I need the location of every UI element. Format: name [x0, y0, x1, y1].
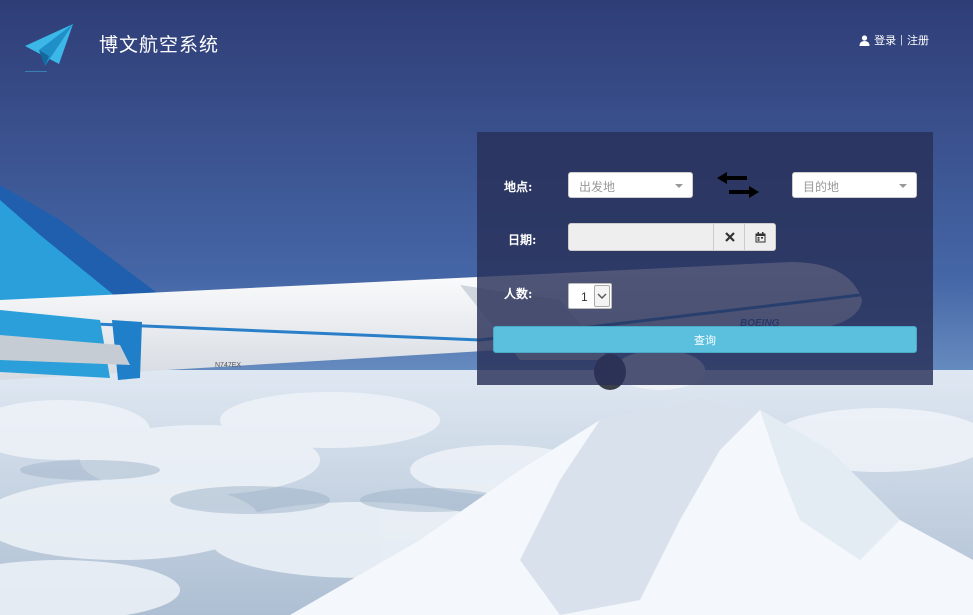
auth-separator: | — [900, 34, 903, 46]
calendar-icon[interactable] — [744, 224, 775, 250]
chevron-down-icon — [594, 285, 610, 307]
passengers-select[interactable]: 1 — [568, 283, 612, 309]
app-title: 博文航空系统 — [99, 35, 220, 56]
origin-placeholder: 出发地 — [579, 180, 616, 194]
flight-search-panel: 地点: 出发地 目的地 日期: 人数: 1 查询 — [477, 132, 933, 385]
chevron-down-icon — [899, 184, 907, 188]
auth-links: 登录 | 注册 — [859, 32, 929, 48]
register-link[interactable]: 注册 — [907, 32, 929, 48]
chevron-down-icon — [675, 184, 683, 188]
paper-plane-icon — [23, 20, 75, 73]
destination-select[interactable]: 目的地 — [792, 172, 917, 198]
svg-text:N747EX: N747EX — [215, 362, 241, 369]
close-icon[interactable] — [713, 224, 745, 250]
origin-select[interactable]: 出发地 — [568, 172, 693, 198]
user-icon — [859, 34, 870, 46]
location-label: 地点: — [504, 180, 533, 194]
query-button[interactable]: 查询 — [493, 326, 917, 353]
passengers-label: 人数: — [504, 287, 533, 301]
date-input[interactable] — [569, 224, 713, 250]
login-link[interactable]: 登录 — [874, 32, 896, 48]
swap-arrows-icon[interactable] — [717, 172, 759, 198]
passengers-value: 1 — [581, 290, 588, 304]
destination-placeholder: 目的地 — [803, 180, 840, 194]
date-label: 日期: — [508, 233, 537, 247]
date-picker — [568, 223, 776, 251]
